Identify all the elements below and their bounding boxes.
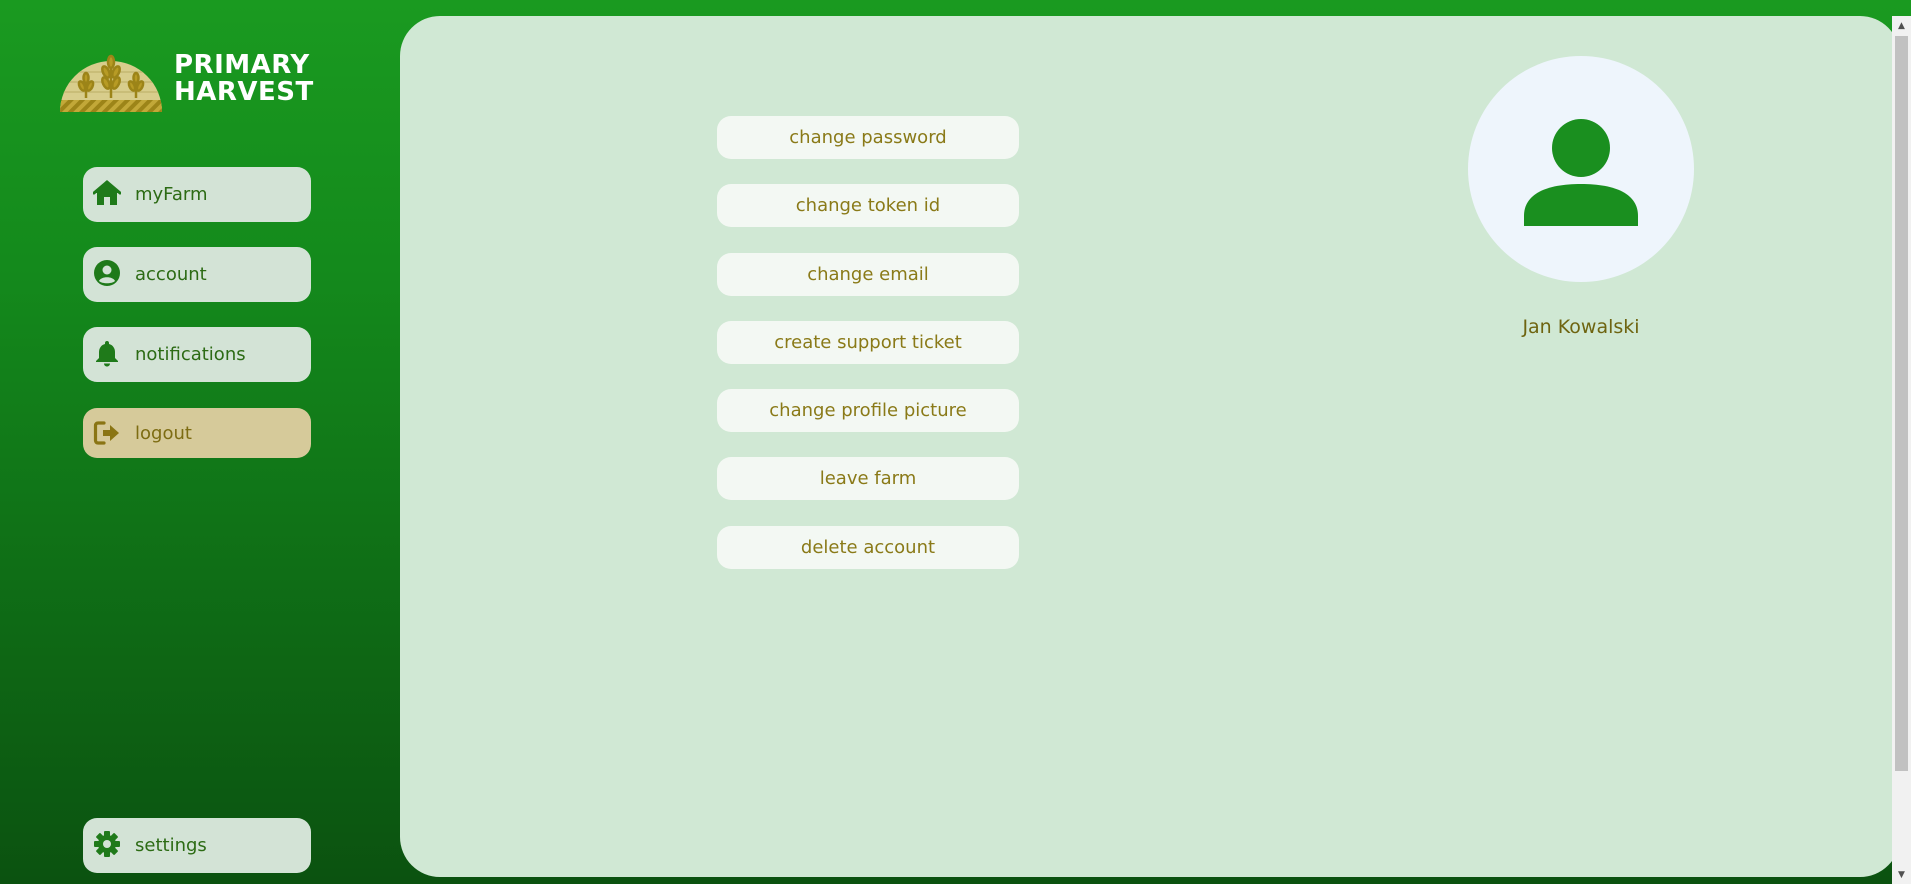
brand-line-1: PRIMARY (174, 50, 310, 80)
sidebar-item-logout[interactable]: logout (83, 408, 311, 458)
change-token-id-button[interactable]: change token id (717, 184, 1019, 227)
profile-name: Jan Kowalski (1522, 316, 1640, 338)
sidebar-item-label: settings (135, 835, 207, 856)
sidebar-item-settings[interactable]: settings (83, 818, 311, 873)
user-avatar-icon (1524, 119, 1638, 226)
bell-icon (96, 341, 118, 367)
logout-icon (93, 421, 119, 445)
sidebar-item-label: notifications (135, 344, 246, 365)
create-support-ticket-button[interactable]: create support ticket (717, 321, 1019, 364)
gear-icon (94, 831, 120, 857)
scroll-thumb[interactable] (1895, 36, 1908, 771)
sidebar-item-label: logout (135, 423, 192, 444)
change-profile-picture-button[interactable]: change profile picture (717, 389, 1019, 432)
sidebar-item-account[interactable]: account (83, 247, 311, 302)
scroll-down-arrow-icon[interactable]: ▼ (1892, 867, 1911, 884)
scroll-up-arrow-icon[interactable]: ▲ (1892, 18, 1911, 35)
scrollbar[interactable]: ▲ ▼ (1892, 16, 1911, 884)
change-password-button[interactable]: change password (717, 116, 1019, 159)
delete-account-button[interactable]: delete account (717, 526, 1019, 569)
brand-name: PRIMARY HARVEST (174, 52, 314, 106)
brand-logo: PRIMARY HARVEST (58, 48, 328, 116)
account-settings-panel: change password change token id change e… (400, 16, 1900, 877)
sidebar-item-notifications[interactable]: notifications (83, 327, 311, 382)
user-circle-icon (94, 260, 120, 286)
leave-farm-button[interactable]: leave farm (717, 457, 1019, 500)
wheat-field-emblem-icon (60, 54, 162, 112)
change-email-button[interactable]: change email (717, 253, 1019, 296)
brand-line-2: HARVEST (174, 77, 314, 107)
sidebar-item-label: myFarm (135, 184, 208, 205)
home-icon (93, 180, 121, 205)
avatar (1468, 56, 1694, 282)
sidebar-item-myfarm[interactable]: myFarm (83, 167, 311, 222)
sidebar-item-label: account (135, 264, 207, 285)
